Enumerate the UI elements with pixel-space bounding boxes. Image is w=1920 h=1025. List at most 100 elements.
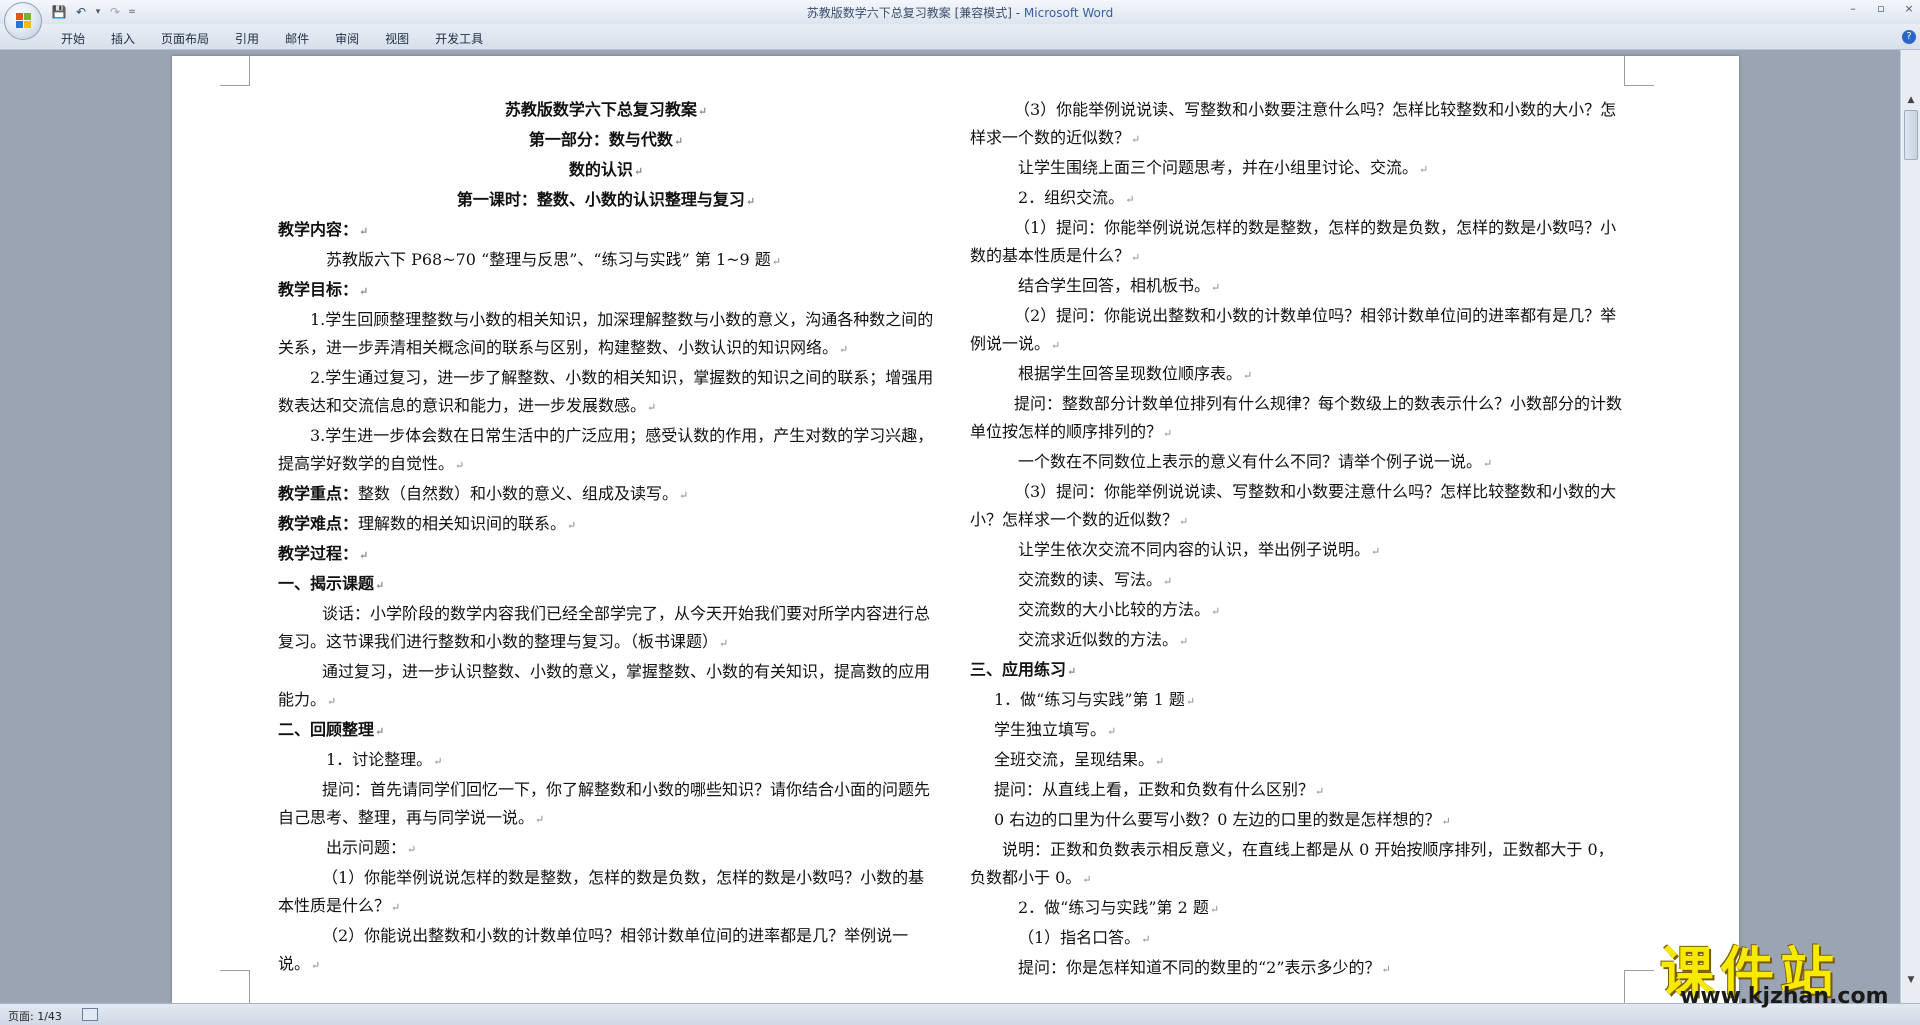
tab-developer[interactable]: 开发工具 [422, 28, 496, 49]
proofing-icon[interactable] [82, 1008, 98, 1021]
paragraph[interactable]: 提问：你是怎样知道不同的数里的“2”表示多少的？↵ [970, 954, 1626, 984]
paragraph[interactable]: 说明：正数和负数表示相反意义，在直线上都是从 0 开始按顺序排列，正数都大于 0… [970, 836, 1626, 894]
paragraph-mark-icon: ↵ [327, 695, 337, 708]
paragraph[interactable]: 2．做“练习与实践”第 2 题↵ [970, 894, 1626, 924]
vertical-scrollbar[interactable]: ▲ ▼ [1900, 50, 1920, 1003]
paragraph[interactable]: 一、揭示课题↵ [278, 570, 934, 600]
paragraph-mark-icon: ↵ [1163, 427, 1173, 440]
close-icon[interactable]: × [1902, 2, 1916, 15]
paragraph[interactable]: （1）指名口答。↵ [970, 924, 1626, 954]
ribbon-tabs: 开始 插入 页面布局 引用 邮件 审阅 视图 开发工具 [48, 28, 496, 49]
tab-mailings[interactable]: 邮件 [272, 28, 322, 49]
paragraph[interactable]: 三、应用练习↵ [970, 656, 1626, 686]
restore-icon[interactable]: ▫ [1874, 2, 1888, 15]
paragraph-text: 提问：首先请同学们回忆一下，你了解整数和小数的哪些知识？请你结合小面的问题先自己… [278, 780, 931, 827]
tab-review[interactable]: 审阅 [322, 28, 372, 49]
help-icon[interactable]: ? [1902, 30, 1916, 44]
tab-insert[interactable]: 插入 [98, 28, 148, 49]
document-page[interactable]: 苏教版数学六下总复习教案↵ 第一部分：数与代数↵ 数的认识↵ 第一课时：整数、小数的认… [172, 56, 1739, 1003]
paragraph-mark-icon: ↵ [1185, 695, 1196, 708]
paragraph-mark-icon: ↵ [455, 459, 465, 472]
scroll-up-icon[interactable]: ▲ [1903, 92, 1919, 108]
paragraph-mark-icon: ↵ [359, 225, 369, 238]
paragraph-mark-icon: ↵ [1131, 251, 1141, 264]
minimize-icon[interactable]: – [1846, 2, 1860, 15]
paragraph[interactable]: 一个数在不同数位上表示的意义有什么不同？请举个例子说一说。↵ [970, 448, 1626, 478]
paragraph[interactable]: 二、回顾整理↵ [278, 716, 934, 746]
paragraph-mark-icon: ↵ [1179, 515, 1189, 528]
paragraph[interactable]: 1．讨论整理。↵ [278, 746, 934, 776]
paragraph[interactable]: 2.学生通过复习，进一步了解整数、小数的相关知识，掌握数的知识之间的联系；增强用… [278, 364, 934, 422]
paragraph-mark-icon: ↵ [1067, 665, 1077, 678]
paragraph-text: 0 右边的口里为什么要写小数？0 左边的口里的数是怎样想的？ [994, 810, 1441, 829]
paragraph-mark-icon: ↵ [719, 637, 729, 650]
paragraph[interactable]: （1）提问：你能举例说说怎样的数是整数，怎样的数是负数，怎样的数是小数吗？小数的… [970, 214, 1626, 272]
paragraph-text: （3）提问：你能举例说说读、写整数和小数要注意什么吗？怎样比较整数和小数的大小？… [970, 482, 1617, 529]
paragraph[interactable]: （3）提问：你能举例说说读、写整数和小数要注意什么吗？怎样比较整数和小数的大小？… [970, 478, 1626, 536]
paragraph[interactable]: 教学内容：↵ [278, 216, 934, 246]
paragraph[interactable]: 交流数的读、写法。↵ [970, 566, 1626, 596]
paragraph[interactable]: （1）你能举例说说怎样的数是整数，怎样的数是负数，怎样的数是小数吗？小数的基本性… [278, 864, 934, 922]
paragraph[interactable]: 通过复习，进一步认识整数、小数的意义，掌握整数、小数的有关知识，提高数的应用能力… [278, 658, 934, 716]
paragraph[interactable]: 苏教版六下 P68~70 “整理与反思”、“练习与实践” 第 1~9 题↵ [278, 246, 934, 276]
scroll-down-icon[interactable]: ▼ [1903, 972, 1919, 988]
paragraph[interactable]: （3）你能举例说说读、写整数和小数要注意什么吗？怎样比较整数和小数的大小？怎样求… [970, 96, 1626, 154]
tab-view[interactable]: 视图 [372, 28, 422, 49]
crop-mark-top-left [220, 56, 250, 86]
paragraph-text: 交流求近似数的方法。 [1018, 630, 1179, 649]
paragraph-text: 出示问题： [326, 838, 407, 857]
paragraph-mark-icon: ↵ [1082, 873, 1092, 886]
paragraph[interactable]: （2）你能说出整数和小数的计数单位吗？相邻计数单位间的进率都是几？举例说一说。↵ [278, 922, 934, 980]
tab-home[interactable]: 开始 [48, 28, 98, 49]
tab-page-layout[interactable]: 页面布局 [148, 28, 222, 49]
paragraph[interactable]: 2．组织交流。↵ [970, 184, 1626, 214]
paragraph-text: （2）提问：你能说出整数和小数的计数单位吗？相邻计数单位间的进率都有是几？举例说… [970, 306, 1617, 353]
paragraph[interactable]: 1.学生回顾整理整数与小数的相关知识，加深理解整数与小数的意义，沟通各种数之间的… [278, 306, 934, 364]
paragraph-text: 交流数的大小比较的方法。 [1018, 600, 1211, 619]
app-name: Microsoft Word [1023, 6, 1114, 20]
paragraph[interactable]: 提问：首先请同学们回忆一下，你了解整数和小数的哪些知识？请你结合小面的问题先自己… [278, 776, 934, 834]
paragraph[interactable]: 全班交流，呈现结果。↵ [970, 746, 1626, 776]
paragraph[interactable]: 教学过程：↵ [278, 540, 934, 570]
paragraph-text: 让学生围绕上面三个问题思考，并在小组里讨论、交流。 [1018, 158, 1419, 177]
paragraph[interactable]: 教学难点：理解数的相关知识间的联系。↵ [278, 510, 934, 540]
paragraph[interactable]: 提问：整数部分计数单位排列有什么规律？每个数级上的数表示什么？小数部分的计数单位… [970, 390, 1626, 448]
paragraph[interactable]: 教学目标：↵ [278, 276, 934, 306]
paragraph[interactable]: 让学生依次交流不同内容的认识，举出例子说明。↵ [970, 536, 1626, 566]
paragraph[interactable]: （2）提问：你能说出整数和小数的计数单位吗？相邻计数单位间的进率都有是几？举例说… [970, 302, 1626, 360]
paragraph[interactable]: 出示问题：↵ [278, 834, 934, 864]
paragraph-text: 2．组织交流。 [1018, 188, 1125, 207]
office-button[interactable] [4, 2, 42, 40]
paragraph-text: 教学目标： [278, 280, 359, 299]
paragraph[interactable]: 第一部分：数与代数↵ [278, 126, 934, 156]
paragraph[interactable]: 苏教版数学六下总复习教案↵ [278, 96, 934, 126]
paragraph-text: 让学生依次交流不同内容的认识，举出例子说明。 [1018, 540, 1371, 559]
paragraph-mark-icon: ↵ [1441, 815, 1451, 828]
paragraph[interactable]: 结合学生回答，相机板书。↵ [970, 272, 1626, 302]
paragraph[interactable]: 数的认识↵ [278, 156, 934, 186]
paragraph[interactable]: 第一课时：整数、小数的认识整理与复习↵ [278, 186, 934, 216]
paragraph[interactable]: 提问：从直线上看，正数和负数有什么区别？↵ [970, 776, 1626, 806]
paragraph[interactable]: 0 右边的口里为什么要写小数？0 左边的口里的数是怎样想的？↵ [970, 806, 1626, 836]
text-column-right[interactable]: （3）你能举例说说读、写整数和小数要注意什么吗？怎样比较整数和小数的大小？怎样求… [970, 96, 1626, 984]
paragraph-text: 教学过程： [278, 544, 359, 563]
paragraph-text: 三、应用练习 [970, 660, 1067, 679]
text-column-left[interactable]: 苏教版数学六下总复习教案↵ 第一部分：数与代数↵ 数的认识↵ 第一课时：整数、小数的认… [278, 96, 934, 980]
paragraph-text: （1）提问：你能举例说说怎样的数是整数，怎样的数是负数，怎样的数是小数吗？小数的… [970, 218, 1617, 265]
paragraph[interactable]: 交流数的大小比较的方法。↵ [970, 596, 1626, 626]
paragraph[interactable]: 3.学生进一步体会数在日常生活中的广泛应用；感受认数的作用，产生对数的学习兴趣，… [278, 422, 934, 480]
paragraph[interactable]: 让学生围绕上面三个问题思考，并在小组里讨论、交流。↵ [970, 154, 1626, 184]
paragraph-text: 提问：你是怎样知道不同的数里的“2”表示多少的？ [1018, 958, 1381, 977]
paragraph[interactable]: 谈话：小学阶段的数学内容我们已经全部学完了，从今天开始我们要对所学内容进行总复习… [278, 600, 934, 658]
tab-references[interactable]: 引用 [222, 28, 272, 49]
paragraph-mark-icon: ↵ [1419, 163, 1429, 176]
paragraph-mark-icon: ↵ [1211, 605, 1221, 618]
paragraph[interactable]: 交流求近似数的方法。↵ [970, 626, 1626, 656]
paragraph[interactable]: 1．做“练习与实践”第 1 题↵ [970, 686, 1626, 716]
paragraph[interactable]: 教学重点：整数（自然数）和小数的意义、组成及读写。↵ [278, 480, 934, 510]
page-count[interactable]: 页面: 1/43 [8, 1008, 62, 1024]
scroll-thumb[interactable] [1904, 110, 1918, 160]
paragraph[interactable]: 学生独立填写。↵ [970, 716, 1626, 746]
paragraph[interactable]: 根据学生回答呈现数位顺序表。↵ [970, 360, 1626, 390]
paragraph-mark-icon: ↵ [359, 285, 369, 298]
